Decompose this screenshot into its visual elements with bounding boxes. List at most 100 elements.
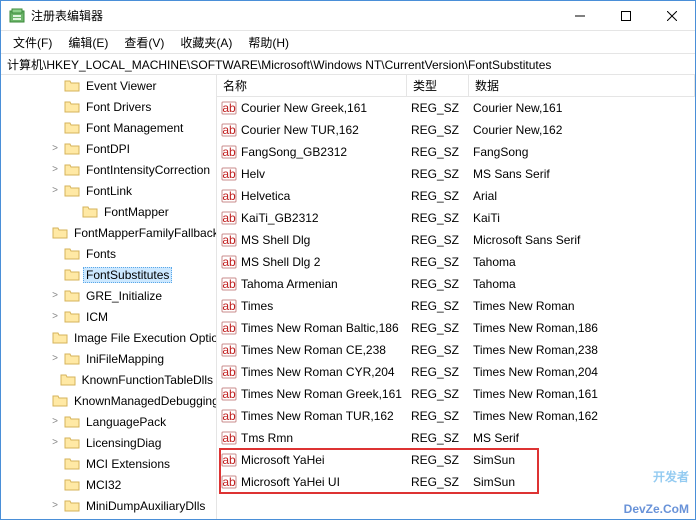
- value-name: KaiTi_GB2312: [241, 211, 319, 225]
- expander-icon[interactable]: >: [49, 290, 61, 301]
- folder-icon: [64, 436, 80, 450]
- value-type: REG_SZ: [407, 123, 469, 137]
- tree-item[interactable]: Fonts: [1, 243, 216, 264]
- string-value-icon: ab: [221, 298, 237, 314]
- list-row[interactable]: abFangSong_GB2312REG_SZFangSong: [217, 141, 695, 163]
- tree-item-label: Event Viewer: [83, 78, 159, 94]
- value-data: Times New Roman,162: [469, 409, 695, 423]
- tree-scroll[interactable]: Event ViewerFont DriversFont Management>…: [1, 75, 216, 519]
- svg-text:ab: ab: [222, 123, 236, 137]
- tree-item[interactable]: KnownFunctionTableDlls: [1, 369, 216, 390]
- list-row[interactable]: abTimes New Roman TUR,162REG_SZTimes New…: [217, 405, 695, 427]
- tree-item[interactable]: >FontDPI: [1, 138, 216, 159]
- list-row[interactable]: abTimes New Roman Greek,161REG_SZTimes N…: [217, 383, 695, 405]
- svg-text:ab: ab: [222, 343, 236, 357]
- tree-item[interactable]: FontSubstitutes: [1, 264, 216, 285]
- maximize-button[interactable]: [603, 1, 649, 31]
- list-row[interactable]: abCourier New TUR,162REG_SZCourier New,1…: [217, 119, 695, 141]
- tree-item[interactable]: FontMapperFamilyFallback: [1, 222, 216, 243]
- list-row[interactable]: abMicrosoft YaHeiREG_SZSimSun: [217, 449, 695, 471]
- list-row[interactable]: abHelvREG_SZMS Sans Serif: [217, 163, 695, 185]
- folder-icon: [64, 247, 80, 261]
- svg-text:ab: ab: [222, 453, 236, 467]
- tree-item[interactable]: Image File Execution Options: [1, 327, 216, 348]
- value-type: REG_SZ: [407, 299, 469, 313]
- value-name: Times New Roman CE,238: [241, 343, 386, 357]
- svg-text:ab: ab: [222, 277, 236, 291]
- minimize-button[interactable]: [557, 1, 603, 31]
- value-data: Times New Roman,161: [469, 387, 695, 401]
- list-row[interactable]: abTimes New Roman Baltic,186REG_SZTimes …: [217, 317, 695, 339]
- list-row[interactable]: abCourier New Greek,161REG_SZCourier New…: [217, 97, 695, 119]
- string-value-icon: ab: [221, 100, 237, 116]
- address-bar[interactable]: 计算机\HKEY_LOCAL_MACHINE\SOFTWARE\Microsof…: [1, 53, 695, 75]
- list-row[interactable]: abTahoma ArmenianREG_SZTahoma: [217, 273, 695, 295]
- tree-item[interactable]: MCI32: [1, 474, 216, 495]
- folder-icon: [64, 310, 80, 324]
- list-row[interactable]: abMS Shell DlgREG_SZMicrosoft Sans Serif: [217, 229, 695, 251]
- value-data: Times New Roman: [469, 299, 695, 313]
- menu-help[interactable]: 帮助(H): [240, 32, 297, 53]
- tree-item[interactable]: MCI Extensions: [1, 453, 216, 474]
- list-row[interactable]: abTms RmnREG_SZMS Serif: [217, 427, 695, 449]
- tree-item[interactable]: >IniFileMapping: [1, 348, 216, 369]
- tree-item[interactable]: >MiniDumpAuxiliaryDlls: [1, 495, 216, 516]
- list-row[interactable]: abHelveticaREG_SZArial: [217, 185, 695, 207]
- column-name[interactable]: 名称: [217, 75, 407, 96]
- folder-icon: [52, 394, 68, 408]
- expander-icon[interactable]: >: [49, 416, 61, 427]
- column-data[interactable]: 数据: [469, 75, 695, 96]
- content-area: Event ViewerFont DriversFont Management>…: [1, 75, 695, 519]
- tree-item[interactable]: Font Management: [1, 117, 216, 138]
- tree-item[interactable]: >FontLink: [1, 180, 216, 201]
- list-row[interactable]: abTimes New Roman CE,238REG_SZTimes New …: [217, 339, 695, 361]
- tree-item[interactable]: >LanguagePack: [1, 411, 216, 432]
- string-value-icon: ab: [221, 364, 237, 380]
- list-row[interactable]: abTimes New Roman CYR,204REG_SZTimes New…: [217, 361, 695, 383]
- value-data: MS Serif: [469, 431, 695, 445]
- expander-icon[interactable]: >: [49, 437, 61, 448]
- tree-item[interactable]: >FontIntensityCorrection: [1, 159, 216, 180]
- value-data: Tahoma: [469, 255, 695, 269]
- value-name-cell: abTimes New Roman CYR,204: [217, 364, 407, 380]
- tree-item[interactable]: Event Viewer: [1, 75, 216, 96]
- folder-icon: [64, 100, 80, 114]
- folder-icon: [64, 163, 80, 177]
- expander-icon[interactable]: >: [49, 143, 61, 154]
- value-type: REG_SZ: [407, 409, 469, 423]
- svg-text:ab: ab: [222, 101, 236, 115]
- tree-item[interactable]: Font Drivers: [1, 96, 216, 117]
- expander-icon[interactable]: >: [49, 185, 61, 196]
- value-name: FangSong_GB2312: [241, 145, 347, 159]
- expander-icon[interactable]: >: [49, 500, 61, 511]
- tree-item[interactable]: KnownManagedDebuggingDlls: [1, 390, 216, 411]
- menu-view[interactable]: 查看(V): [116, 32, 172, 53]
- list-row[interactable]: abMicrosoft YaHei UIREG_SZSimSun: [217, 471, 695, 493]
- folder-icon: [64, 184, 80, 198]
- list-pane: 名称 类型 数据 abCourier New Greek,161REG_SZCo…: [217, 75, 695, 519]
- value-name: Times: [241, 299, 273, 313]
- expander-icon[interactable]: >: [49, 353, 61, 364]
- value-name-cell: abTimes New Roman Greek,161: [217, 386, 407, 402]
- column-type[interactable]: 类型: [407, 75, 469, 96]
- value-name: Times New Roman Greek,161: [241, 387, 402, 401]
- expander-icon[interactable]: >: [49, 311, 61, 322]
- list-row[interactable]: ab Times REG_SZTimes New Roman: [217, 295, 695, 317]
- menu-favorites[interactable]: 收藏夹(A): [172, 32, 240, 53]
- menu-edit[interactable]: 编辑(E): [60, 32, 116, 53]
- tree-item[interactable]: >LicensingDiag: [1, 432, 216, 453]
- value-name-cell: ab Courier New TUR,162: [217, 122, 407, 138]
- folder-icon: [64, 415, 80, 429]
- list-row[interactable]: abMS Shell Dlg 2REG_SZTahoma: [217, 251, 695, 273]
- expander-icon[interactable]: >: [49, 164, 61, 175]
- tree-item[interactable]: >ICM: [1, 306, 216, 327]
- value-name: Courier New TUR,162: [241, 123, 359, 137]
- value-name-cell: abMicrosoft YaHei: [217, 452, 407, 468]
- menu-file[interactable]: 文件(F): [5, 32, 60, 53]
- list-row[interactable]: abKaiTi_GB2312REG_SZKaiTi: [217, 207, 695, 229]
- tree-item[interactable]: FontMapper: [1, 201, 216, 222]
- string-value-icon: ab: [221, 430, 237, 446]
- close-button[interactable]: [649, 1, 695, 31]
- value-name: Times New Roman Baltic,186: [241, 321, 399, 335]
- tree-item[interactable]: >GRE_Initialize: [1, 285, 216, 306]
